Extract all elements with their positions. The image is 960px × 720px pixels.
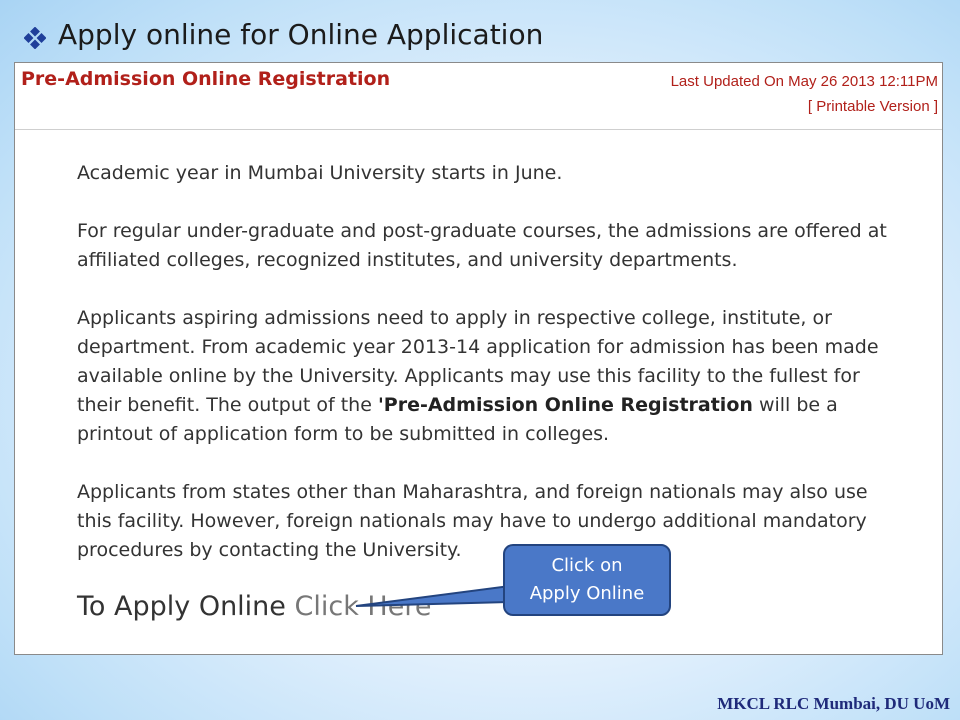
callout-line-2: Apply Online [529, 583, 645, 604]
callout-line-1: Click on [551, 555, 623, 576]
pre-admission-bold-text: 'Pre-Admission Online Registration [377, 394, 753, 416]
click-here-link[interactable]: Click Here [295, 591, 432, 622]
page-header: Pre-Admission Online Registration Last U… [15, 63, 942, 130]
page-title: Pre-Admission Online Registration [21, 68, 391, 90]
printable-version-link[interactable]: [ Printable Version ] [808, 98, 938, 115]
page-content: Academic year in Mumbai University start… [77, 159, 897, 594]
paragraph-foreign-nationals: Applicants from states other than Mahara… [77, 481, 868, 561]
last-updated-text: Last Updated On May 26 2013 12:11PM [670, 73, 938, 90]
diamond-bullet-icon [23, 23, 47, 50]
paragraph-applicants: Applicants aspiring admissions need to a… [77, 304, 897, 449]
callout-box: Click on Apply Online [503, 544, 671, 616]
slide-title: Apply online for Online Application [23, 14, 544, 54]
apply-online-line: To Apply Online Click Here [77, 591, 431, 622]
slide-title-text: Apply online for Online Application [58, 17, 544, 51]
paragraph-courses: For regular under-graduate and post-grad… [77, 220, 887, 271]
webpage-screenshot: Pre-Admission Online Registration Last U… [14, 62, 943, 655]
slide-footer: MKCL RLC Mumbai, DU UoM [717, 694, 950, 713]
paragraph-academic-year: Academic year in Mumbai University start… [77, 162, 563, 184]
apply-online-label: To Apply Online [77, 591, 286, 622]
